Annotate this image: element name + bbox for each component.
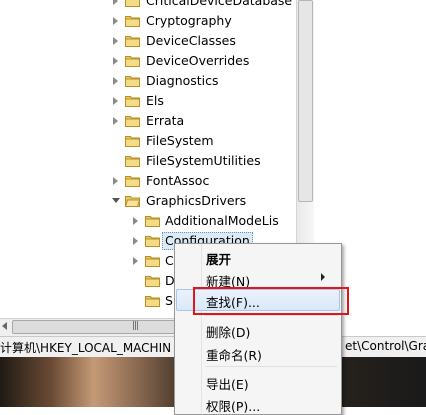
tree-item-errata[interactable]: Errata <box>0 111 296 131</box>
tree-item-label: GraphicsDrivers <box>146 193 247 208</box>
tree-item-label: DeviceOverrides <box>146 53 250 68</box>
tree-item-els[interactable]: Els <box>0 91 296 111</box>
menu-icon-gutter <box>201 244 202 412</box>
vertical-scroll-thumb[interactable] <box>298 0 313 202</box>
folder-icon <box>125 114 140 127</box>
expand-arrow-icon[interactable] <box>133 237 138 245</box>
tree-item-deviceoverrides[interactable]: DeviceOverrides <box>0 51 296 71</box>
folder-icon <box>125 54 140 67</box>
tree-item-deviceclasses[interactable]: DeviceClasses <box>0 31 296 51</box>
folder-open-icon <box>125 194 140 207</box>
expand-arrow-icon[interactable] <box>113 117 118 125</box>
folder-icon <box>145 294 160 307</box>
status-path-right: et\Control\Grap <box>345 339 426 353</box>
tree-item-label: FontAssoc <box>146 173 210 188</box>
context-menu <box>174 243 342 415</box>
expand-arrow-icon[interactable] <box>113 77 118 85</box>
expand-arrow-icon[interactable] <box>133 217 138 225</box>
folder-icon <box>125 0 140 7</box>
folder-icon <box>125 74 140 87</box>
tree-item-label: Els <box>146 93 164 108</box>
tree-item-filesystemutilities[interactable]: FileSystemUtilities <box>0 151 296 171</box>
folder-icon <box>125 94 140 107</box>
tree-item-criticaldevicedatabase[interactable]: CriticalDeviceDatabase <box>0 0 296 11</box>
collapse-arrow-icon[interactable] <box>112 198 120 203</box>
expand-arrow-icon[interactable] <box>113 57 118 65</box>
tree-item-label: C <box>165 253 174 268</box>
status-path-left: 计算机\HKEY_LOCAL_MACHIN <box>0 341 172 355</box>
menu-separator <box>205 366 337 367</box>
folder-icon <box>145 214 160 227</box>
tree-item-diagnostics[interactable]: Diagnostics <box>0 71 296 91</box>
submenu-arrow-icon <box>321 273 325 281</box>
tree-item-s[interactable]: S <box>0 291 174 311</box>
tree-item-label: AdditionalModeLis <box>165 213 279 228</box>
menu-item-expand[interactable]: 展开 <box>206 249 231 268</box>
expand-arrow-icon[interactable] <box>133 257 138 265</box>
scroll-left-arrow-icon[interactable] <box>2 322 7 330</box>
folder-icon <box>145 234 160 247</box>
tree-item-label: CriticalDeviceDatabase <box>146 0 293 8</box>
expand-arrow-icon[interactable] <box>113 17 118 25</box>
tree-item-graphicsdrivers[interactable]: GraphicsDrivers <box>0 191 296 211</box>
tree-item-filesystem[interactable]: FileSystem <box>0 131 296 151</box>
expand-arrow-icon[interactable] <box>113 37 118 45</box>
tree-item-d[interactable]: D <box>0 271 175 291</box>
tree-item-label: DeviceClasses <box>146 33 236 48</box>
menu-item-export[interactable]: 导出(E) <box>206 374 249 393</box>
expand-arrow-icon[interactable] <box>113 0 118 5</box>
tree-item-label: FileSystemUtilities <box>146 153 261 168</box>
tree-item-label: FileSystem <box>146 133 214 148</box>
folder-icon <box>125 174 140 187</box>
tree-item-additionalmodelist[interactable]: AdditionalModeLis <box>0 211 296 231</box>
menu-separator <box>205 315 337 316</box>
folder-icon <box>125 134 140 147</box>
menu-item-permissions[interactable]: 权限(P)... <box>206 396 260 415</box>
tree-item-c[interactable]: C <box>0 251 174 271</box>
menu-item-delete[interactable]: 删除(D) <box>206 322 250 341</box>
highlight-annotation-box <box>193 287 349 315</box>
folder-icon <box>145 274 160 287</box>
expand-arrow-icon[interactable] <box>113 177 118 185</box>
tree-item-fontassoc[interactable]: FontAssoc <box>0 171 296 191</box>
tree-item-label: Diagnostics <box>146 73 219 88</box>
folder-icon <box>125 154 140 167</box>
tree-item-cryptography[interactable]: Cryptography <box>0 11 296 31</box>
tree-item-label: Errata <box>146 113 185 128</box>
folder-icon <box>125 34 140 47</box>
tree-item-label: S <box>165 293 173 308</box>
folder-icon <box>145 254 160 267</box>
expand-arrow-icon[interactable] <box>113 97 118 105</box>
tree-item-label: Cryptography <box>146 13 232 28</box>
folder-icon <box>125 14 140 27</box>
scroll-grip: ||| <box>132 321 139 331</box>
menu-item-rename[interactable]: 重命名(R) <box>206 345 262 364</box>
